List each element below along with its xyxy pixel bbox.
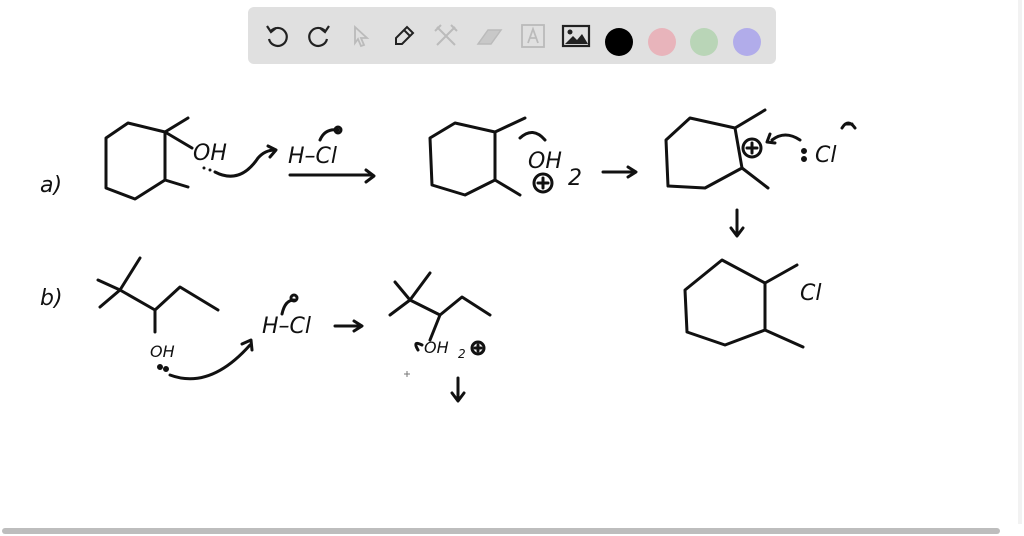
drawing-canvas[interactable]: a) b) OH H–Cl OH 2 Cl Cl H–Cl OH OH 2 (0, 0, 1024, 536)
a-protonated-ring (428, 121, 497, 197)
b-oh2-subscript: 2 (458, 347, 466, 361)
b-protonated-skeleton (388, 271, 492, 342)
b-electron-arrow (168, 338, 254, 381)
vertical-scrollbar[interactable] (1018, 0, 1022, 524)
a-step-arrow (601, 165, 638, 179)
a-product-cl-label: Cl (800, 281, 821, 306)
a-cyclohexane-ring (104, 121, 167, 201)
a-oh2-label: OH (528, 149, 562, 174)
a-chloride-ion-label: Cl (815, 143, 836, 168)
a-oh-bond (163, 130, 194, 150)
label-part-a: a) (40, 173, 62, 198)
b-hcl-label: H–Cl (262, 314, 311, 339)
a-reaction-arrow (288, 168, 376, 184)
a-methyl-bond (163, 116, 190, 134)
a-product-ring (683, 258, 767, 347)
b-step-arrow (333, 319, 364, 333)
a-carbocation-ring (664, 116, 744, 190)
horizontal-scrollbar[interactable] (2, 528, 1000, 534)
a-hcl-label: H–Cl (288, 144, 337, 169)
b-carbon-skeleton (96, 256, 220, 334)
b-down-arrow (450, 376, 466, 403)
b-oh-label: OH (150, 342, 175, 361)
a-down-arrow (729, 208, 745, 238)
a-ring-substituent (163, 178, 190, 189)
b-oh2-label: OH (424, 338, 449, 357)
label-part-b: b) (40, 286, 63, 311)
a-oh2-subscript: 2 (568, 166, 582, 191)
a-oh-label: OH (193, 141, 227, 166)
